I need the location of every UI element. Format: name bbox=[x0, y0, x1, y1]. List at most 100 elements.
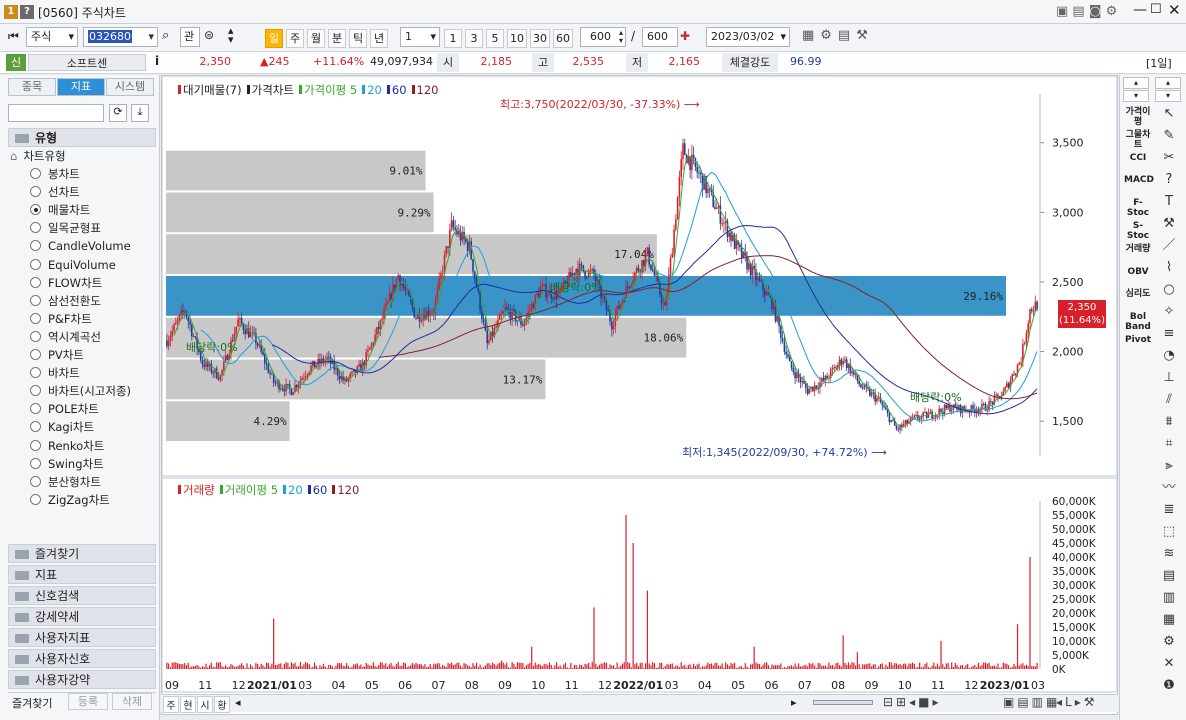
tree-root[interactable]: ⌂ 차트유형 bbox=[10, 148, 66, 165]
chart-type-item[interactable]: 매물차트 bbox=[30, 202, 90, 219]
chart-type-item[interactable]: 분산형차트 bbox=[30, 474, 101, 491]
tools-up-icon[interactable]: ▴ bbox=[1155, 77, 1181, 89]
period-button[interactable]: 일 bbox=[265, 29, 283, 48]
sidebar-section[interactable]: 신호검색 bbox=[8, 586, 156, 605]
tab-stocks[interactable]: 종목 bbox=[8, 78, 56, 96]
tools-down-icon[interactable]: ▾ bbox=[1155, 90, 1181, 102]
pan-icons[interactable]: ◂L▸⚒ bbox=[1056, 695, 1098, 709]
radio-icon[interactable] bbox=[30, 475, 41, 487]
quick-interval-button[interactable]: 60 bbox=[553, 29, 573, 48]
close-button[interactable]: ✕ bbox=[1168, 1, 1181, 19]
drawing-tool-icon[interactable]: ⊥ bbox=[1158, 369, 1180, 387]
stock-name[interactable]: 소프트센 bbox=[28, 54, 146, 71]
drawing-tool-icon[interactable]: ○ bbox=[1158, 281, 1180, 299]
drawing-tool-icon[interactable]: ／ bbox=[1158, 237, 1180, 255]
radio-icon[interactable] bbox=[30, 421, 41, 433]
sidebar-section[interactable]: 즐겨찾기 bbox=[8, 544, 156, 563]
indicator-shortcut[interactable]: Pivot bbox=[1124, 335, 1152, 345]
drawing-tool-icon[interactable]: ≣ bbox=[1158, 501, 1180, 519]
drawing-tool-icon[interactable]: ▦ bbox=[1158, 611, 1180, 629]
download-icon[interactable]: ⤓ bbox=[131, 104, 149, 122]
sync-icon[interactable]: ⊜ bbox=[204, 28, 214, 42]
quick-interval-button[interactable]: 10 bbox=[507, 29, 527, 48]
drawing-tool-icon[interactable]: ⬚ bbox=[1158, 523, 1180, 541]
period-button[interactable]: 분 bbox=[328, 29, 346, 48]
status-tab[interactable]: 황 bbox=[214, 696, 230, 713]
window-tools-icons[interactable]: ▣ ▤ ◙ ⚙ bbox=[1056, 4, 1117, 19]
chart-type-item[interactable]: CandleVolume bbox=[30, 238, 131, 255]
drawing-tool-icon[interactable]: ↖ bbox=[1158, 105, 1180, 123]
radio-icon[interactable] bbox=[30, 385, 41, 397]
chart-type-item[interactable]: PV차트 bbox=[30, 347, 84, 364]
status-tab[interactable]: 시 bbox=[197, 696, 213, 713]
drawing-tool-icon[interactable]: ? bbox=[1158, 171, 1180, 189]
indicator-shortcut[interactable]: MACD bbox=[1124, 175, 1154, 185]
reload-icon[interactable]: ⟳ bbox=[109, 104, 127, 122]
chart-type-item[interactable]: Kagi차트 bbox=[30, 419, 94, 436]
watch-button[interactable]: 관 bbox=[180, 27, 200, 47]
chart-nav-icons[interactable]: ⊟⊞◂■▸ bbox=[883, 695, 942, 709]
chart-type-item[interactable]: ZigZag차트 bbox=[30, 492, 110, 509]
drawing-tool-icon[interactable]: ≋ bbox=[1158, 545, 1180, 563]
sidebar-section[interactable]: 지표 bbox=[8, 565, 156, 584]
chart-tools-icons[interactable]: ▦⚙▤⚒ bbox=[802, 28, 874, 43]
chart-type-item[interactable]: 역시계곡선 bbox=[30, 329, 101, 346]
drawing-tool-icon[interactable]: ✕ bbox=[1158, 655, 1180, 673]
drawing-tool-icon[interactable]: ❶ bbox=[1158, 677, 1180, 695]
code-input[interactable]: 032680 ▾ bbox=[83, 27, 158, 47]
chart-type-item[interactable]: 일목균형표 bbox=[30, 220, 101, 237]
indicator-shortcut[interactable]: 심리도 bbox=[1124, 289, 1152, 299]
chart-type-item[interactable]: EquiVolume bbox=[30, 257, 116, 274]
chart-type-item[interactable]: 바차트(시고저종) bbox=[30, 383, 131, 400]
scroll-right-icon[interactable]: ▸ bbox=[791, 696, 797, 709]
radio-icon[interactable] bbox=[30, 276, 41, 288]
collapse-down-icon[interactable]: ▾ bbox=[1123, 90, 1149, 102]
collapse-up-icon[interactable]: ▴ bbox=[1123, 77, 1149, 89]
zoom-slider[interactable] bbox=[813, 700, 873, 705]
drawing-tool-icon[interactable]: ✂ bbox=[1158, 149, 1180, 167]
radio-icon[interactable] bbox=[30, 168, 41, 179]
radio-icon[interactable] bbox=[30, 457, 41, 469]
minimize-button[interactable]: — bbox=[1133, 2, 1147, 18]
first-page-icon[interactable]: ⏮ bbox=[8, 29, 19, 44]
sidebar-section[interactable]: 사용자지표 bbox=[8, 628, 156, 647]
indicator-shortcut[interactable]: 가격이평 bbox=[1124, 107, 1152, 127]
drawing-tool-icon[interactable]: ⌇ bbox=[1158, 259, 1180, 277]
radio-icon[interactable] bbox=[30, 294, 41, 306]
sidebar-section[interactable]: 사용자신호 bbox=[8, 649, 156, 668]
radio-icon[interactable] bbox=[30, 439, 41, 451]
indicator-shortcut[interactable]: 그물차트 bbox=[1124, 130, 1152, 150]
maximize-button[interactable]: ☐ bbox=[1150, 2, 1162, 17]
chart-type-item[interactable]: Renko차트 bbox=[30, 438, 104, 455]
period-button[interactable]: 틱 bbox=[349, 29, 367, 48]
chart-type-item[interactable]: 삼선전환도 bbox=[30, 293, 101, 310]
period-button[interactable]: 년 bbox=[370, 29, 388, 48]
indicator-shortcut[interactable]: OBV bbox=[1124, 267, 1152, 277]
price-volume-chart[interactable]: 4.29%13.17%18.06%29.16%17.04%9.29%9.01%1… bbox=[162, 76, 1117, 694]
status-tab[interactable]: 현 bbox=[180, 696, 196, 713]
radio-icon[interactable] bbox=[30, 204, 41, 216]
info-icon[interactable]: i bbox=[155, 54, 159, 68]
chart-area[interactable]: 4.29% 13.17% 18.06% 29.16% 17.04% 9.29% 9.01% 1… bbox=[161, 75, 1118, 715]
radio-icon[interactable] bbox=[30, 222, 41, 234]
drawing-tool-icon[interactable]: ⫸ bbox=[1158, 457, 1180, 475]
layout-icons[interactable]: ▣▤▥▦ bbox=[1003, 695, 1060, 709]
radio-icon[interactable] bbox=[30, 349, 41, 360]
quick-interval-button[interactable]: 5 bbox=[486, 29, 504, 48]
quick-interval-button[interactable]: 30 bbox=[530, 29, 550, 48]
radio-icon[interactable] bbox=[30, 186, 41, 198]
tab-system[interactable]: 시스템 bbox=[106, 78, 154, 96]
chart-type-item[interactable]: FLOW차트 bbox=[30, 275, 102, 292]
drawing-tool-icon[interactable]: ◔ bbox=[1158, 347, 1180, 365]
date-select[interactable]: 2023/03/02 ▾ bbox=[706, 27, 790, 47]
drawing-tool-icon[interactable]: ✎ bbox=[1158, 127, 1180, 145]
radio-icon[interactable] bbox=[30, 258, 41, 270]
drawing-tool-icon[interactable]: 〰 bbox=[1158, 479, 1180, 497]
indicator-shortcut[interactable]: 거래량 bbox=[1124, 244, 1152, 254]
drawing-tool-icon[interactable]: ▥ bbox=[1158, 589, 1180, 607]
sidebar-section[interactable]: 강세약세 bbox=[8, 607, 156, 626]
refresh-icon[interactable]: ✚ bbox=[680, 29, 690, 43]
drawing-tool-icon[interactable]: ⌗ bbox=[1158, 435, 1180, 453]
drawing-tool-icon[interactable]: ⚒ bbox=[1158, 215, 1180, 233]
search-icon[interactable]: ⌕ bbox=[162, 28, 169, 43]
